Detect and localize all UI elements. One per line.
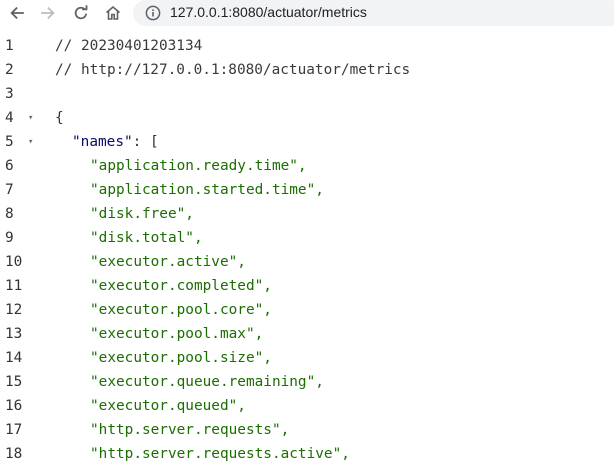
forward-button[interactable] xyxy=(35,0,61,26)
code-line: 10 "executor.active", xyxy=(0,250,614,274)
reload-icon xyxy=(72,4,90,22)
back-button[interactable] xyxy=(4,0,30,26)
line-number: 13 xyxy=(5,326,23,342)
code-line: 2 // http://127.0.0.1:8080/actuator/metr… xyxy=(0,58,614,82)
metric-name: "disk.free", xyxy=(90,206,194,222)
code-line: 7 "application.started.time", xyxy=(0,178,614,202)
json-viewer: 1 // 20230401203134 2 // http://127.0.0.… xyxy=(0,34,614,467)
metric-name: "executor.pool.core", xyxy=(90,302,272,318)
metric-name: "executor.active", xyxy=(90,254,246,270)
line-number: 18 xyxy=(5,446,23,462)
metric-name: "http.server.requests.active", xyxy=(90,446,350,462)
code-line: 13 "executor.pool.max", xyxy=(0,322,614,346)
metric-name: "executor.pool.size", xyxy=(90,350,272,366)
open-brace: { xyxy=(55,110,64,126)
line-number: 3 xyxy=(5,86,14,102)
code-line: 1 // 20230401203134 xyxy=(0,34,614,58)
line-number: 7 xyxy=(5,182,14,198)
metric-name: "executor.pool.max", xyxy=(90,326,264,342)
home-button[interactable] xyxy=(100,0,126,26)
reload-button[interactable] xyxy=(68,0,94,26)
names-key-line: "names": [ xyxy=(72,130,159,154)
line-number: 1 xyxy=(5,38,14,54)
line-number: 11 xyxy=(5,278,23,294)
code-line: 14 "executor.pool.size", xyxy=(0,346,614,370)
code-line: 16 "executor.queued", xyxy=(0,394,614,418)
line-number: 17 xyxy=(5,422,23,438)
code-line: 9 "disk.total", xyxy=(0,226,614,250)
home-icon xyxy=(104,4,122,22)
code-line: 18 "http.server.requests.active", xyxy=(0,442,614,466)
metric-name: "application.started.time", xyxy=(90,182,324,198)
code-line: 12 "executor.pool.core", xyxy=(0,298,614,322)
comment-url: // http://127.0.0.1:8080/actuator/metric… xyxy=(55,62,411,78)
metric-name: "http.server.requests", xyxy=(90,422,290,438)
url-text[interactable]: 127.0.0.1:8080/actuator/metrics xyxy=(170,4,367,20)
names-key: "names" xyxy=(72,134,133,150)
metric-name: "executor.queued", xyxy=(90,398,246,414)
code-line: 6 "application.ready.time", xyxy=(0,154,614,178)
address-bar[interactable]: 127.0.0.1:8080/actuator/metrics xyxy=(133,0,614,26)
metric-name: "executor.queue.remaining", xyxy=(90,374,324,390)
code-line: 5 ▾ "names": [ xyxy=(0,130,614,154)
code-line: 15 "executor.queue.remaining", xyxy=(0,370,614,394)
metric-name: "application.ready.time", xyxy=(90,158,307,174)
line-number: 16 xyxy=(5,398,23,414)
names-separator: : [ xyxy=(132,134,159,150)
metric-name: "disk.total", xyxy=(90,230,203,246)
arrow-right-icon xyxy=(39,4,57,22)
fold-toggle-icon[interactable]: ▾ xyxy=(28,130,33,154)
code-line: 8 "disk.free", xyxy=(0,202,614,226)
code-line: 4 ▾ { xyxy=(0,106,614,130)
comment-timestamp: // 20230401203134 xyxy=(55,38,203,54)
line-number: 9 xyxy=(5,230,14,246)
line-number: 15 xyxy=(5,374,23,390)
code-line: 11 "executor.completed", xyxy=(0,274,614,298)
fold-toggle-icon[interactable]: ▾ xyxy=(28,106,33,130)
line-number: 14 xyxy=(5,350,23,366)
code-line: 3 xyxy=(0,82,614,106)
line-number: 10 xyxy=(5,254,23,270)
info-circle-icon[interactable] xyxy=(145,5,161,21)
metric-name: "executor.completed", xyxy=(90,278,272,294)
line-number: 6 xyxy=(5,158,14,174)
arrow-left-icon xyxy=(8,4,26,22)
code-line: 17 "http.server.requests", xyxy=(0,418,614,442)
line-number: 12 xyxy=(5,302,23,318)
line-number: 8 xyxy=(5,206,14,222)
browser-toolbar: 127.0.0.1:8080/actuator/metrics xyxy=(0,0,614,26)
line-number: 2 xyxy=(5,62,14,78)
